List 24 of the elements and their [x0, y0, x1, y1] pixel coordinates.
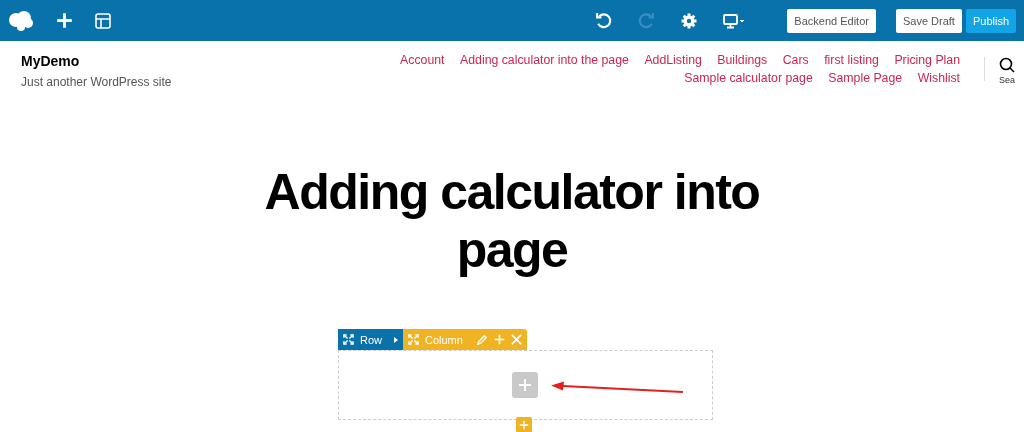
cloud-logo-icon	[8, 10, 34, 31]
add-icon	[493, 334, 505, 345]
nav-link[interactable]: Sample Page	[828, 71, 903, 86]
move-icon	[343, 334, 354, 345]
nav-link[interactable]: first listing	[824, 53, 879, 68]
caret-icon	[394, 336, 398, 343]
page-title: Adding calculator into page	[263, 163, 761, 279]
nav-link[interactable]: Adding calculator into the page	[460, 53, 629, 68]
search-button[interactable]: Sea	[999, 57, 1019, 85]
toolbar-button[interactable]: Backend Editor	[787, 8, 876, 33]
nav-link[interactable]: Pricing Plan	[894, 53, 960, 68]
nav-link[interactable]: Wishlist	[917, 71, 960, 86]
nav-link[interactable]: Cars	[782, 53, 809, 68]
row-control[interactable]: Row	[338, 329, 403, 350]
search-icon	[999, 57, 1015, 73]
site-title[interactable]: MyDemo	[21, 53, 281, 69]
toolbar-button[interactable]: Publish	[965, 8, 1016, 33]
toolbar-button[interactable]: Save Draft	[895, 8, 962, 33]
nav-link[interactable]: Buildings	[717, 53, 768, 68]
nav-link[interactable]: Sample calculator page	[684, 71, 813, 86]
nav-link[interactable]: AddListing	[644, 53, 702, 68]
site-tagline: Just another WordPress site	[21, 75, 173, 89]
move-icon	[408, 334, 419, 345]
nav-link[interactable]: Account	[400, 53, 445, 68]
